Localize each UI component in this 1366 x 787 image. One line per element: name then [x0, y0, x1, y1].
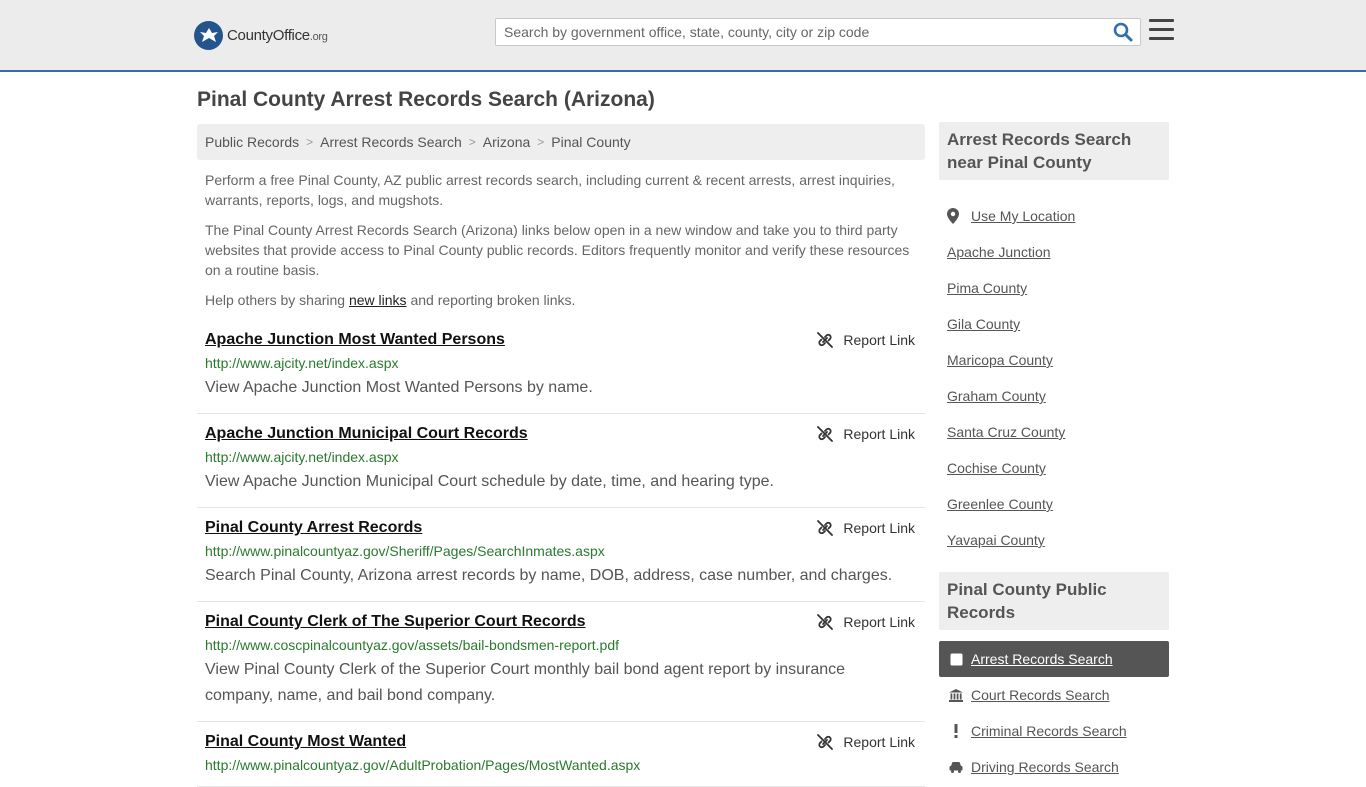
record-url-link[interactable]: http://www.coscpinalcountyaz.gov/assets/… [205, 636, 917, 654]
search-button[interactable] [1112, 22, 1134, 44]
record-url-link[interactable]: http://www.ajcity.net/index.aspx [205, 448, 917, 466]
record-url-link[interactable]: http://www.pinalcountyaz.gov/Sheriff/Pag… [205, 542, 917, 560]
record-url-link[interactable]: http://www.ajcity.net/index.aspx [205, 354, 917, 372]
hamburger-icon [1149, 19, 1174, 22]
public-record-court-records[interactable]: Court Records Search [939, 677, 1169, 713]
public-record-criminal-records[interactable]: Criminal Records Search [939, 713, 1169, 749]
nearby-yavapai-county[interactable]: Yavapai County [947, 522, 1167, 558]
new-links-link[interactable]: new links [349, 292, 407, 308]
broken-link-icon [817, 332, 834, 348]
record-description: View Pinal County Clerk of the Superior … [205, 661, 846, 704]
breadcrumb-arizona[interactable]: Arizona [483, 134, 530, 150]
report-link-button[interactable]: Report Link [817, 332, 915, 348]
record-description: Search Pinal County, Arizona arrest reco… [205, 567, 893, 584]
nearby-counties-list: Use My Location Apache Junction Pima Cou… [947, 198, 1167, 558]
intro-paragraph: Perform a free Pinal County, AZ public a… [205, 172, 895, 208]
square-icon [949, 653, 963, 666]
nearby-gila-county[interactable]: Gila County [947, 306, 1167, 342]
use-my-location-link[interactable]: Use My Location [947, 198, 1167, 234]
breadcrumb-public-records[interactable]: Public Records [205, 134, 299, 150]
search-input[interactable] [496, 19, 1106, 45]
nearby-santa-cruz-county[interactable]: Santa Cruz County [947, 414, 1167, 450]
record-description: View Apache Junction Most Wanted Persons… [205, 379, 593, 396]
record-title-link[interactable]: Pinal County Clerk of The Superior Court… [205, 612, 586, 632]
broken-link-icon [817, 520, 834, 536]
intro-paragraph: The Pinal County Arrest Records Search (… [205, 222, 910, 278]
map-pin-icon [947, 208, 959, 224]
broken-link-icon [817, 426, 834, 442]
list-item: Pinal County Clerk of The Superior Court… [197, 602, 925, 722]
broken-link-icon [817, 614, 834, 630]
breadcrumb: Public Records > Arrest Records Search >… [197, 124, 925, 160]
report-link-button[interactable]: Report Link [817, 614, 915, 630]
report-link-button[interactable]: Report Link [817, 520, 915, 536]
list-item: Pinal County Arrest Records http://www.p… [197, 508, 925, 602]
logo-link[interactable]: CountyOffice.org [194, 20, 328, 50]
sidebar-public-records-heading: Pinal County Public Records [939, 572, 1169, 630]
list-item: Pinal County Most Wanted http://www.pina… [197, 722, 925, 787]
breadcrumb-separator: > [306, 135, 314, 149]
public-records-list: Arrest Records Search Court Records Sear… [939, 641, 1169, 785]
nearby-maricopa-county[interactable]: Maricopa County [947, 342, 1167, 378]
search-icon [1113, 22, 1133, 42]
breadcrumb-pinal-county[interactable]: Pinal County [551, 134, 630, 150]
logo-text: CountyOffice.org [227, 26, 328, 44]
public-record-driving-records[interactable]: Driving Records Search [939, 749, 1169, 785]
report-link-button[interactable]: Report Link [817, 734, 915, 750]
nearby-greenlee-county[interactable]: Greenlee County [947, 486, 1167, 522]
sidebar-near-heading: Arrest Records Search near Pinal County [939, 122, 1169, 180]
record-title-link[interactable]: Apache Junction Municipal Court Records [205, 424, 528, 444]
record-title-link[interactable]: Pinal County Arrest Records [205, 518, 422, 538]
report-link-button[interactable]: Report Link [817, 426, 915, 442]
list-item: Apache Junction Most Wanted Persons http… [197, 320, 925, 414]
courthouse-icon [949, 688, 963, 702]
breadcrumb-arrest-records[interactable]: Arrest Records Search [320, 134, 462, 150]
records-list: Apache Junction Most Wanted Persons http… [197, 320, 925, 787]
intro-help: Help others by sharing new links and rep… [205, 292, 576, 308]
breadcrumb-separator: > [537, 135, 545, 149]
nearby-apache-junction[interactable]: Apache Junction [947, 234, 1167, 270]
nearby-graham-county[interactable]: Graham County [947, 378, 1167, 414]
record-title-link[interactable]: Pinal County Most Wanted [205, 732, 406, 752]
search-box [495, 18, 1141, 46]
list-item: Apache Junction Municipal Court Records … [197, 414, 925, 508]
intro-text: Perform a free Pinal County, AZ public a… [205, 170, 917, 320]
breadcrumb-separator: > [468, 135, 476, 149]
car-icon [949, 761, 963, 773]
hamburger-menu-button[interactable] [1149, 19, 1175, 43]
page-title: Pinal County Arrest Records Search (Ariz… [197, 88, 655, 111]
record-url-link[interactable]: http://www.pinalcountyaz.gov/AdultProbat… [205, 756, 917, 774]
nearby-cochise-county[interactable]: Cochise County [947, 450, 1167, 486]
broken-link-icon [817, 734, 834, 750]
record-description: View Apache Junction Municipal Court sch… [205, 473, 774, 490]
top-header: CountyOffice.org [0, 0, 1366, 72]
record-title-link[interactable]: Apache Junction Most Wanted Persons [205, 330, 505, 350]
logo-seal-icon [194, 20, 223, 50]
exclamation-icon [949, 724, 963, 738]
nearby-pima-county[interactable]: Pima County [947, 270, 1167, 306]
public-record-arrest-records[interactable]: Arrest Records Search [939, 641, 1169, 677]
